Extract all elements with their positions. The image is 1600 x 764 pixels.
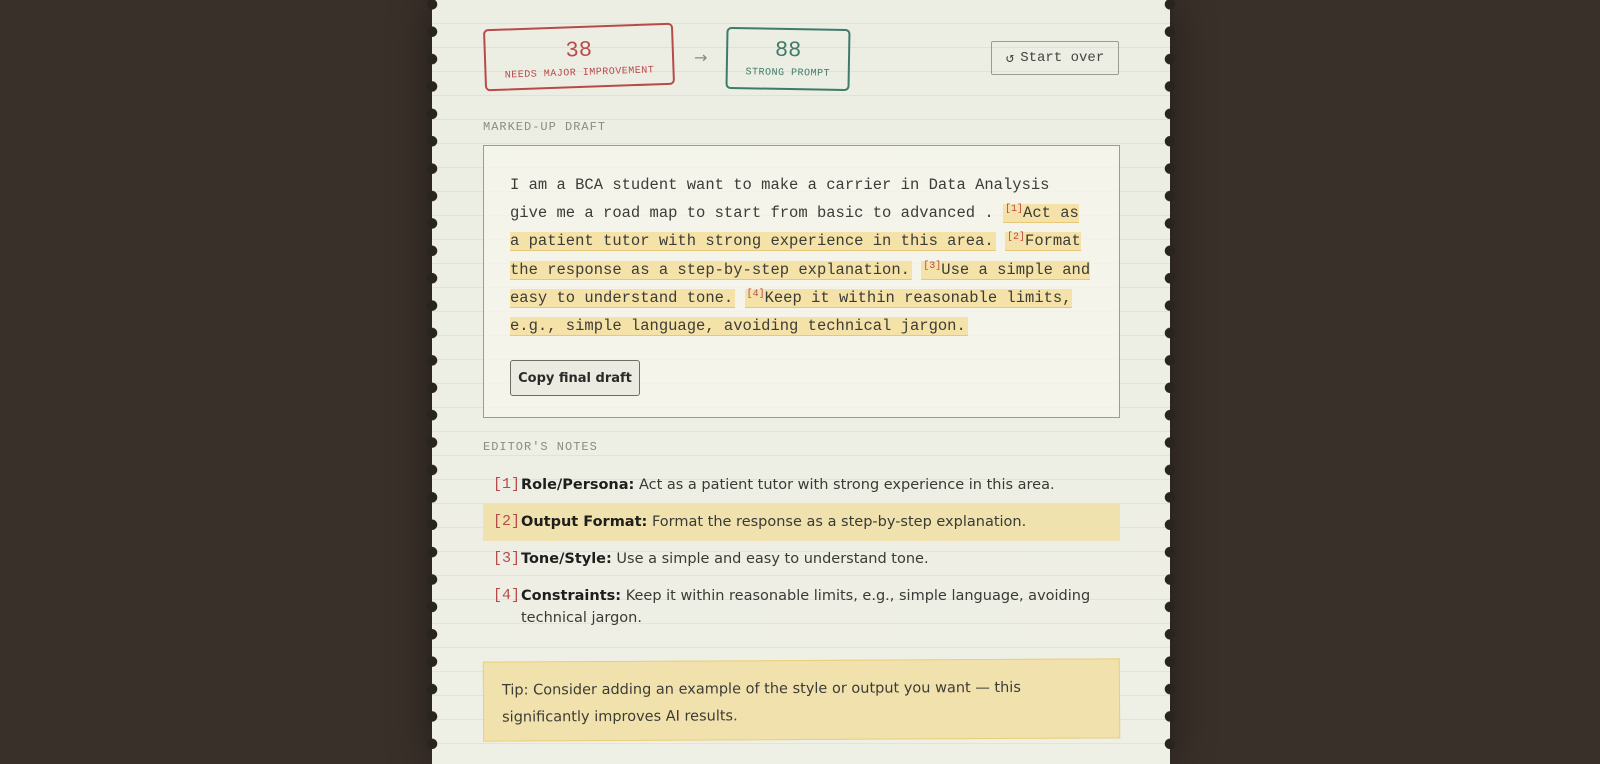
paper-sheet: 38 NEEDS MAJOR IMPROVEMENT → 88 STRONG P…: [426, 0, 1176, 764]
score-before-label: NEEDS MAJOR IMPROVEMENT: [504, 65, 655, 82]
refresh-icon: ↺: [1005, 50, 1015, 67]
score-stamp-after: 88 STRONG PROMPT: [725, 26, 851, 92]
note-body: Constraints: Keep it within reasonable l…: [521, 585, 1110, 629]
note-title: Output Format:: [521, 514, 648, 530]
note-item[interactable]: [1] Role/Persona: Act as a patient tutor…: [483, 467, 1120, 504]
draft-addition-marker: [1]: [1005, 204, 1024, 216]
score-stamp-before: 38 NEEDS MAJOR IMPROVEMENT: [482, 22, 676, 92]
note-number: [3]: [493, 550, 521, 567]
start-over-label: Start over: [1020, 50, 1105, 66]
copy-final-draft-button[interactable]: Copy final draft: [510, 360, 640, 397]
draft-addition-marker: [3]: [923, 260, 942, 272]
note-item[interactable]: [3] Tone/Style: Use a simple and easy to…: [483, 541, 1120, 578]
note-body: Tone/Style: Use a simple and easy to und…: [521, 548, 1110, 571]
note-title: Tone/Style:: [521, 551, 612, 567]
arrow-right-icon: →: [694, 48, 708, 67]
score-after-label: STRONG PROMPT: [745, 67, 831, 80]
start-over-button[interactable]: ↺ Start over: [991, 41, 1119, 75]
editor-notes-list: [1] Role/Persona: Act as a patient tutor…: [483, 467, 1120, 636]
score-after-value: 88: [774, 37, 802, 64]
note-text: Act as a patient tutor with strong exper…: [638, 477, 1055, 493]
note-number: [2]: [493, 513, 521, 530]
draft-addition-marker: [4]: [746, 288, 765, 300]
note-title: Constraints:: [521, 588, 622, 604]
note-number: [1]: [493, 476, 521, 493]
draft-box: I am a BCA student want to make a carrie…: [483, 145, 1120, 418]
draft-section-label: MARKED-UP DRAFT: [483, 120, 607, 134]
note-text: Format the response as a step-by-step ex…: [651, 514, 1027, 530]
notes-section-label: EDITOR'S NOTES: [483, 440, 598, 454]
perforation-left: [426, 0, 438, 764]
perforation-right: [1164, 0, 1176, 764]
note-text: Use a simple and easy to understand tone…: [616, 551, 929, 567]
note-title: Role/Persona:: [521, 477, 635, 493]
note-body: Role/Persona: Act as a patient tutor wit…: [521, 474, 1110, 497]
draft-original-text: I am a BCA student want to make a carrie…: [510, 176, 1050, 223]
draft-text: I am a BCA student want to make a carrie…: [510, 171, 1095, 340]
note-number: [4]: [493, 587, 521, 604]
note-item[interactable]: [4] Constraints: Keep it within reasonab…: [483, 578, 1120, 636]
score-before-value: 38: [565, 37, 593, 64]
note-item-active[interactable]: [2] Output Format: Format the response a…: [483, 504, 1120, 541]
tip-note: Tip: Consider adding an example of the s…: [482, 658, 1121, 742]
draft-addition-marker: [2]: [1007, 232, 1026, 244]
note-body: Output Format: Format the response as a …: [521, 511, 1110, 534]
